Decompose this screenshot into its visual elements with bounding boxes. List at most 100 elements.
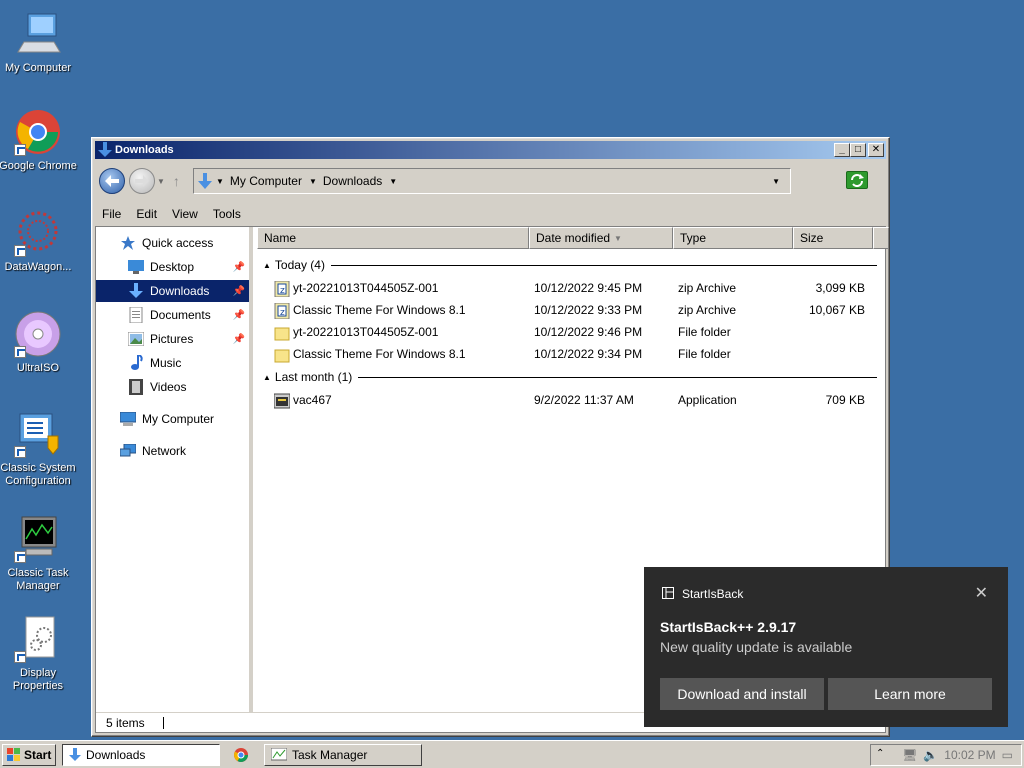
sort-down-icon: ▼ [614, 233, 622, 243]
computer-icon [120, 411, 136, 427]
desktop-icon-classic-task-manager[interactable]: Classic Task Manager [0, 515, 78, 593]
desktop-icon-my-computer[interactable]: My Computer [0, 10, 78, 75]
navigation-bar: ▼ ↑ ▼ My Computer ▼ Downloads ▼ ▼ [95, 162, 886, 200]
disc-icon [14, 310, 62, 358]
pin-icon: 📌 [232, 261, 245, 273]
back-arrow-icon [105, 175, 119, 187]
refresh-icon [851, 174, 864, 187]
videos-icon [128, 379, 144, 395]
group-header-today[interactable]: ▲ Today (4) [263, 256, 877, 274]
window-title: Downloads [115, 144, 174, 156]
computer-icon [14, 10, 62, 58]
taskbar-item-task-manager[interactable]: Task Manager [264, 744, 422, 766]
shortcut-arrow-icon [14, 346, 26, 358]
notification-message: New quality update is available [660, 639, 853, 655]
nav-item-downloads[interactable]: Downloads 📌 [96, 280, 249, 302]
chevron-down-icon[interactable]: ▼ [216, 177, 224, 186]
column-header-type[interactable]: Type [673, 227, 793, 249]
column-header-spacer [873, 227, 889, 249]
desktop-icon-ultraiso[interactable]: UltraISO [0, 310, 78, 375]
taskbar-item-downloads[interactable]: Downloads [62, 744, 220, 766]
svg-text:z: z [280, 286, 285, 296]
file-row[interactable]: Classic Theme For Windows 8.1 10/12/2022… [257, 343, 885, 365]
learn-more-button[interactable]: Learn more [828, 678, 992, 710]
notification-title: StartIsBack++ 2.9.17 [660, 619, 797, 635]
menu-view[interactable]: View [165, 207, 206, 221]
shortcut-arrow-icon [14, 446, 26, 458]
desktop-icon-display-properties[interactable]: Display Properties [0, 615, 78, 693]
folder-icon [274, 347, 290, 363]
shortcut-arrow-icon [14, 651, 26, 663]
desktop-icon-classic-system-configuration[interactable]: Classic System Configuration [0, 410, 78, 488]
download-and-install-button[interactable]: Download and install [660, 678, 824, 710]
network-icon [120, 443, 136, 459]
file-row[interactable]: z yt-20221013T044505Z-001 10/12/2022 9:4… [257, 277, 885, 299]
address-field[interactable]: ▼ My Computer ▼ Downloads ▼ ▼ [193, 168, 791, 194]
nav-item-pictures[interactable]: Pictures 📌 [96, 328, 249, 350]
download-arrow-icon [98, 142, 112, 161]
nav-item-music[interactable]: Music [96, 352, 249, 374]
notification-close-button[interactable]: ✕ [975, 583, 988, 603]
startisback-icon [662, 587, 674, 602]
display-properties-icon [14, 615, 62, 663]
column-header-name[interactable]: Name [257, 227, 529, 249]
minimize-button[interactable]: _ [834, 143, 850, 157]
clock[interactable]: 10:02 PM [944, 748, 995, 762]
file-row[interactable]: yt-20221013T044505Z-001 10/12/2022 9:46 … [257, 321, 885, 343]
documents-icon [128, 307, 144, 323]
close-button[interactable]: ✕ [868, 143, 884, 157]
desktop-icon-google-chrome[interactable]: Google Chrome [0, 108, 78, 173]
menu-bar: File Edit View Tools [95, 204, 886, 224]
nav-item-network[interactable]: Network [96, 440, 249, 462]
file-row[interactable]: z Classic Theme For Windows 8.1 10/12/20… [257, 299, 885, 321]
pin-icon: 📌 [232, 285, 245, 297]
svg-text:z: z [280, 308, 285, 318]
refresh-button[interactable] [846, 171, 868, 189]
menu-tools[interactable]: Tools [206, 207, 249, 221]
navigation-pane: Quick access Desktop 📌 Downloads 📌 Docum… [96, 227, 253, 712]
chrome-icon [14, 108, 62, 156]
maximize-button[interactable]: □ [850, 143, 866, 157]
forward-button[interactable] [129, 168, 155, 194]
shortcut-arrow-icon [14, 245, 26, 257]
task-manager-icon [271, 748, 287, 761]
nav-item-my-computer[interactable]: My Computer [96, 408, 249, 430]
start-button[interactable]: Start [2, 744, 56, 766]
nav-item-videos[interactable]: Videos [96, 376, 249, 398]
download-arrow-icon [128, 283, 144, 299]
desktop-icon-datawagon[interactable]: DataWagon... [0, 209, 78, 274]
recent-locations-dropdown[interactable]: ▼ [157, 177, 165, 186]
collapse-arrow-icon: ▲ [263, 372, 271, 382]
pictures-icon [128, 331, 144, 347]
menu-file[interactable]: File [95, 207, 129, 221]
address-dropdown-button[interactable]: ▼ [772, 177, 780, 186]
show-desktop-icon[interactable]: ▭ [1002, 748, 1013, 762]
zip-icon: z [274, 280, 290, 298]
column-header-size[interactable]: Size [793, 227, 873, 249]
system-tray: 🖥 🔈 10:02 PM ▭ [870, 744, 1022, 766]
taskbar: Start Downloads Task Manager ⌃ 🖥 🔈 10:02… [0, 740, 1024, 768]
datawagon-icon [14, 209, 62, 257]
forward-arrow-icon [135, 175, 149, 187]
network-tray-icon[interactable]: 🖥 [902, 748, 917, 762]
notification-app-name: StartIsBack [682, 587, 744, 601]
items-count: 5 items [106, 715, 145, 730]
up-arrow-icon[interactable]: ↑ [173, 173, 180, 189]
column-header-date-modified[interactable]: Date modified ▼ [529, 227, 673, 249]
breadcrumb-item-downloads[interactable]: Downloads ▼ [323, 174, 397, 188]
nav-item-desktop[interactable]: Desktop 📌 [96, 256, 249, 278]
volume-icon[interactable]: 🔈 [923, 748, 938, 762]
group-header-last-month[interactable]: ▲ Last month (1) [263, 368, 877, 386]
title-bar[interactable]: Downloads _ □ ✕ [95, 141, 886, 159]
nav-item-documents[interactable]: Documents 📌 [96, 304, 249, 326]
application-icon [273, 393, 291, 409]
chrome-icon[interactable] [233, 747, 249, 766]
nav-item-quick-access[interactable]: Quick access [96, 232, 249, 254]
back-button[interactable] [99, 168, 125, 194]
notification-toast: StartIsBack ✕ StartIsBack++ 2.9.17 New q… [644, 567, 1008, 727]
shortcut-arrow-icon [14, 551, 26, 563]
breadcrumb-item-my-computer[interactable]: My Computer ▼ [230, 174, 317, 188]
desktop-icon [128, 259, 144, 275]
menu-edit[interactable]: Edit [129, 207, 165, 221]
file-row[interactable]: vac467 9/2/2022 11:37 AM Application 709… [257, 389, 885, 411]
